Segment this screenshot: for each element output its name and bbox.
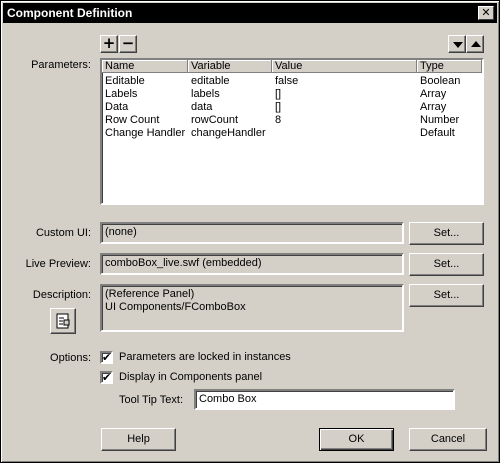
custom-ui-label: Custom UI:	[35, 227, 91, 239]
column-header-name[interactable]: Name	[102, 60, 188, 73]
cell-name: Labels	[105, 88, 138, 100]
cell-variable: rowCount	[191, 114, 239, 126]
close-icon[interactable]: ✕	[478, 6, 494, 20]
table-row[interactable]: Data data [] Array	[102, 101, 482, 114]
component-definition-dialog: Component Definition ✕ + − Parameters: N…	[0, 0, 500, 463]
cell-value: []	[275, 88, 282, 100]
parameters-table[interactable]: Name Variable Value Type Editable editab…	[100, 58, 484, 205]
dialog-title: Component Definition	[7, 6, 133, 20]
cell-name: Data	[105, 101, 129, 113]
custom-ui-field: (none)	[100, 222, 404, 244]
move-up-button[interactable]	[466, 35, 484, 53]
table-row[interactable]: Labels labels [] Array	[102, 88, 482, 101]
component-icon-button[interactable]	[50, 308, 76, 334]
cell-type: Boolean	[420, 75, 461, 87]
options-label: Options:	[50, 352, 91, 364]
table-row[interactable]: Change Handler changeHandler Default	[102, 127, 482, 140]
cell-value: []	[275, 101, 282, 113]
live-preview-field: comboBox_live.swf (embedded)	[100, 253, 404, 275]
cell-variable: changeHandler	[191, 127, 266, 139]
table-row[interactable]: Row Count rowCount 8 Number	[102, 114, 482, 127]
cell-variable: labels	[191, 88, 220, 100]
column-header-variable[interactable]: Variable	[188, 60, 272, 73]
tooltip-text-input[interactable]: Combo Box	[194, 389, 455, 410]
locked-checkbox-label: Parameters are locked in instances	[119, 351, 291, 363]
table-header: Name Variable Value Type	[102, 60, 482, 73]
cell-type: Array	[420, 101, 447, 113]
cell-name: Row Count	[105, 114, 160, 126]
live-preview-label: Live Preview:	[25, 258, 91, 270]
description-label: Description:	[32, 289, 91, 301]
description-line: UI Components/FComboBox	[105, 301, 246, 313]
move-down-button[interactable]	[448, 35, 466, 53]
cell-name: Editable	[105, 75, 145, 87]
cell-type: Array	[420, 88, 447, 100]
parameters-label: Parameters:	[31, 59, 91, 71]
cell-variable: data	[191, 101, 213, 113]
description-set-button[interactable]: Set...	[409, 284, 484, 307]
column-header-type[interactable]: Type	[417, 60, 482, 73]
help-button[interactable]: Help	[101, 428, 176, 451]
description-field: (Reference Panel) UI Components/FComboBo…	[100, 284, 404, 332]
column-header-value[interactable]: Value	[272, 60, 417, 73]
table-row[interactable]: Editable editable false Boolean	[102, 75, 482, 88]
display-in-panel-checkbox[interactable]: ✔	[100, 371, 113, 384]
ok-button[interactable]: OK	[319, 428, 394, 451]
title-bar: Component Definition ✕	[3, 3, 497, 23]
cell-value	[272, 127, 417, 140]
custom-ui-set-button[interactable]: Set...	[409, 222, 484, 245]
cell-value: 8	[275, 114, 282, 126]
cell-type: Number	[420, 114, 460, 126]
tooltip-label: Tool Tip Text:	[119, 394, 183, 406]
component-icon	[56, 313, 70, 329]
cancel-button[interactable]: Cancel	[409, 428, 487, 451]
arrow-up-icon	[471, 41, 481, 47]
locked-checkbox[interactable]: ✔	[100, 351, 113, 364]
cell-name: Change Handler	[105, 127, 186, 139]
arrow-down-icon	[453, 42, 463, 48]
cell-value: false	[275, 75, 299, 87]
display-in-panel-label: Display in Components panel	[119, 371, 263, 383]
live-preview-set-button[interactable]: Set...	[409, 253, 484, 276]
add-parameter-button[interactable]: +	[100, 35, 118, 53]
cell-variable: editable	[191, 75, 230, 87]
description-line: (Reference Panel)	[105, 288, 195, 300]
remove-parameter-button[interactable]: −	[119, 35, 137, 53]
cell-type: Default	[420, 127, 455, 139]
